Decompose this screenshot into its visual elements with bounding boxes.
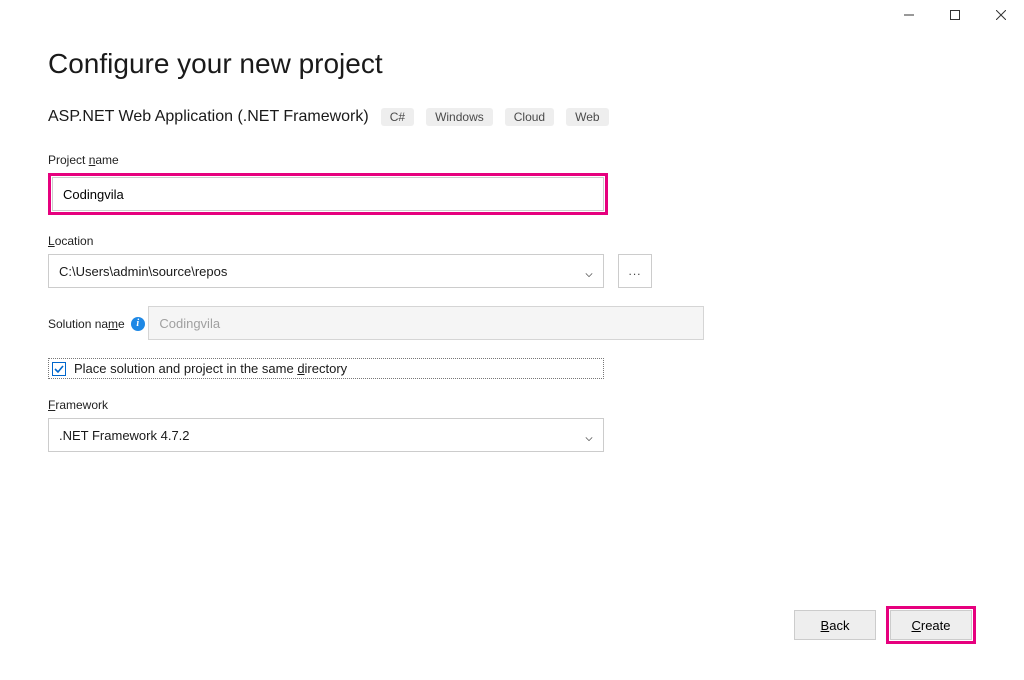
close-button[interactable] xyxy=(978,0,1024,30)
minimize-button[interactable] xyxy=(886,0,932,30)
project-name-label: Project name xyxy=(48,153,119,167)
solution-name-input xyxy=(148,306,704,340)
checkbox-icon xyxy=(52,362,66,376)
framework-value: .NET Framework 4.7.2 xyxy=(59,428,190,443)
template-name: ASP.NET Web Application (.NET Framework) xyxy=(48,108,369,126)
location-value: C:\Users\admin\source\repos xyxy=(59,264,227,279)
solution-name-label: Solution name i xyxy=(48,317,145,331)
project-name-highlight xyxy=(48,173,608,215)
browse-button[interactable]: ... xyxy=(618,254,652,288)
back-button[interactable]: Back xyxy=(794,610,876,640)
same-directory-group: Place solution and project in the same d… xyxy=(48,358,976,379)
location-group: Location C:\Users\admin\source\repos ... xyxy=(48,233,976,288)
dialog-content: Configure your new project ASP.NET Web A… xyxy=(0,0,1024,490)
template-tag: Cloud xyxy=(505,108,554,126)
maximize-button[interactable] xyxy=(932,0,978,30)
solution-name-group: Solution name i xyxy=(48,306,976,340)
info-icon[interactable]: i xyxy=(131,317,145,331)
template-tag: Windows xyxy=(426,108,493,126)
same-directory-label: Place solution and project in the same d… xyxy=(74,361,347,376)
location-label: Location xyxy=(48,234,93,248)
same-directory-checkbox-row[interactable]: Place solution and project in the same d… xyxy=(48,358,604,379)
project-name-input[interactable] xyxy=(52,177,604,211)
project-name-group: Project name xyxy=(48,152,976,215)
footer-buttons: Back Create xyxy=(794,606,976,644)
framework-select[interactable]: .NET Framework 4.7.2 xyxy=(48,418,604,452)
create-button[interactable]: Create xyxy=(890,610,972,640)
template-row: ASP.NET Web Application (.NET Framework)… xyxy=(48,108,976,126)
framework-group: Framework .NET Framework 4.7.2 xyxy=(48,397,976,452)
location-select[interactable]: C:\Users\admin\source\repos xyxy=(48,254,604,288)
chevron-down-icon xyxy=(585,431,593,439)
page-title: Configure your new project xyxy=(48,48,976,80)
template-tag: C# xyxy=(381,108,414,126)
window-controls xyxy=(886,0,1024,30)
template-tag: Web xyxy=(566,108,608,126)
create-button-highlight: Create xyxy=(886,606,976,644)
framework-label: Framework xyxy=(48,398,108,412)
chevron-down-icon xyxy=(585,267,593,275)
